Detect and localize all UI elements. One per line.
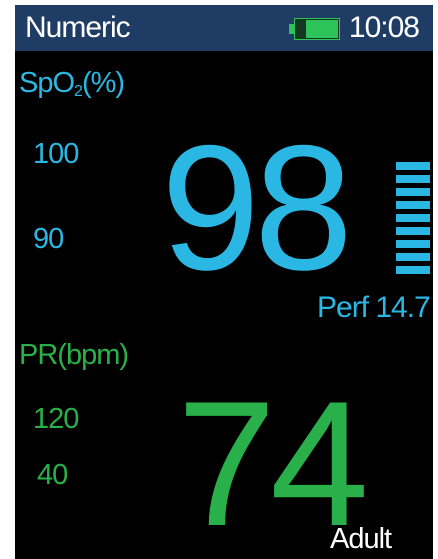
perfusion-bar-segment [396, 266, 430, 274]
battery-icon [289, 18, 343, 40]
spo2-upper-limit: 100 [33, 138, 79, 170]
spo2-label: SpO2(%) [19, 67, 125, 100]
perfusion-bar-indicator [396, 162, 430, 279]
pr-upper-limit: 120 [33, 403, 79, 435]
perfusion-bar-segment [396, 253, 430, 261]
spo2-lower-limit: 90 [33, 223, 64, 255]
perfusion-bar-segment [396, 240, 430, 248]
perfusion-bar-segment [396, 175, 430, 183]
screen-title: Numeric [25, 11, 131, 44]
monitor-screen: Numeric 10:08 SpO2(%) 100 90 98 Perf 14.… [15, 5, 433, 559]
title-bar: Numeric 10:08 [15, 5, 433, 51]
perfusion-bar-segment [396, 188, 430, 196]
pr-lower-limit: 40 [37, 459, 68, 491]
perfusion-bar-segment [396, 162, 430, 170]
perfusion-index: Perf 14.7 [317, 291, 431, 324]
perfusion-bar-segment [396, 214, 430, 222]
perfusion-bar-segment [396, 201, 430, 209]
perfusion-bar-segment [396, 227, 430, 235]
clock-time: 10:08 [348, 11, 420, 44]
spo2-value: 98 [161, 108, 353, 307]
patient-type: Adult [330, 523, 392, 555]
pr-label: PR(bpm) [19, 339, 129, 371]
